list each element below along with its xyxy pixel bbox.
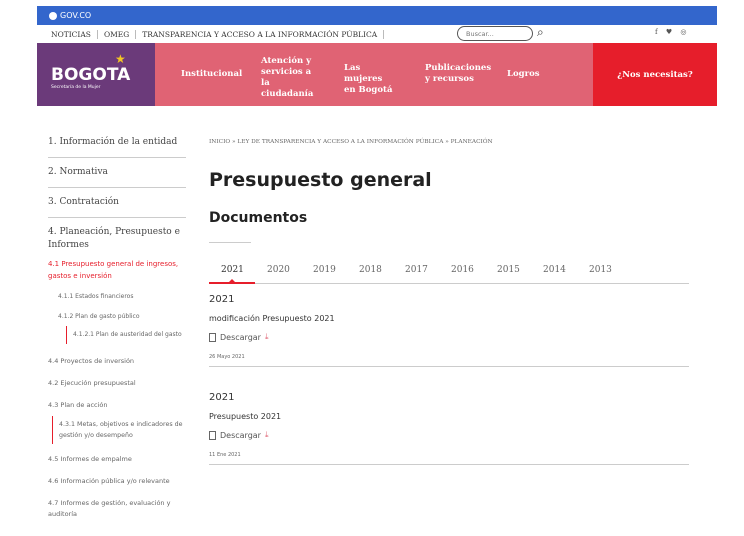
- document-name: Presupuesto 2021: [209, 412, 282, 421]
- brand-name: BOGOTA: [51, 65, 131, 85]
- main-nav: ★ BOGOTA Secretaría de la Mujer Instituc…: [37, 43, 717, 106]
- tab-2016[interactable]: 2016: [451, 265, 474, 275]
- sidebar-item-estados[interactable]: 4.1.1 Estados financieros: [48, 284, 186, 306]
- nav-logros[interactable]: Logros: [497, 69, 550, 80]
- sidebar-item-metas[interactable]: 4.3.1 Metas, objetivos e indicadores de …: [52, 416, 186, 444]
- document-item: 2021 modificación Presupuesto 2021 Desca…: [209, 294, 689, 367]
- nav-institucional[interactable]: Institucional: [171, 69, 252, 80]
- page-subtitle: Documentos: [209, 210, 308, 226]
- subtitle-divider: [209, 242, 251, 243]
- link-omeg[interactable]: OMEG: [98, 29, 137, 39]
- download-label[interactable]: Descargar: [220, 333, 261, 342]
- nav-mujeres[interactable]: Las mujeres en Bogotá: [334, 63, 404, 96]
- nav-atencion[interactable]: Atención y servicios a la ciudadanía: [251, 56, 331, 100]
- sidebar-item-empalme[interactable]: 4.5 Informes de empalme: [48, 444, 186, 470]
- sidebar-item-proyectos[interactable]: 4.4 Proyectos de inversión: [48, 344, 186, 372]
- sidebar-item-planeacion[interactable]: 4. Planeación, Presupuesto e Informes: [48, 218, 186, 254]
- download-label[interactable]: Descargar: [220, 431, 261, 440]
- top-links-bar: NOTICIAS OMEG TRANSPARENCIA Y ACCESO A L…: [37, 25, 717, 43]
- tab-2013[interactable]: 2013: [589, 265, 612, 275]
- download-link[interactable]: Descargar ⤓: [209, 332, 689, 342]
- tab-2018[interactable]: 2018: [359, 265, 382, 275]
- brand-sub: Secretaría de la Mujer: [51, 85, 101, 90]
- search-input[interactable]: Buscar...: [457, 26, 533, 41]
- download-link[interactable]: Descargar ⤓: [209, 430, 689, 440]
- download-icon[interactable]: ⤓: [265, 430, 269, 440]
- star-icon: ★: [115, 52, 126, 66]
- sidebar-item-contratacion[interactable]: 3. Contratación: [48, 188, 186, 218]
- document-date: 26 Mayo 2021: [209, 354, 245, 360]
- file-icon: [209, 430, 216, 440]
- search-icon[interactable]: ⌕: [537, 25, 544, 40]
- breadcrumb[interactable]: INICIO » LEY DE TRANSPARENCIA Y ACCESO A…: [209, 139, 493, 145]
- tab-2014[interactable]: 2014: [543, 265, 566, 275]
- gov-bar: GOV.CO: [37, 6, 717, 25]
- document-date: 11 Ene 2021: [209, 452, 241, 458]
- tab-2015[interactable]: 2015: [497, 265, 520, 275]
- sidebar-item-informacion[interactable]: 1. Información de la entidad: [48, 130, 186, 158]
- gov-label[interactable]: GOV.CO: [60, 11, 91, 20]
- file-icon: [209, 332, 216, 342]
- year-tabs: 2021 2020 2019 2018 2017 2016 2015 2014 …: [209, 260, 689, 284]
- sidebar-item-normativa[interactable]: 2. Normativa: [48, 158, 186, 188]
- sidebar-item-ejecucion[interactable]: 4.2 Ejecución presupuestal: [48, 372, 186, 394]
- document-item: 2021 Presupuesto 2021 Descargar ⤓ 11 Ene…: [209, 392, 689, 465]
- document-name: modificación Presupuesto 2021: [209, 314, 335, 323]
- tab-2019[interactable]: 2019: [313, 265, 336, 275]
- link-transparencia[interactable]: TRANSPARENCIA Y ACCESO A LA INFORMACIÓN …: [136, 29, 385, 39]
- sidebar-item-plan-gasto[interactable]: 4.1.2 Plan de gasto público: [48, 306, 186, 326]
- sidebar-item-austeridad[interactable]: 4.1.2.1 Plan de austeridad del gasto: [66, 326, 186, 344]
- nav-publicaciones[interactable]: Publicaciones y recursos: [415, 63, 505, 85]
- brand-logo[interactable]: ★ BOGOTA Secretaría de la Mujer: [37, 43, 155, 106]
- tab-2017[interactable]: 2017: [405, 265, 428, 275]
- social-icons[interactable]: f ♥ ◎: [655, 28, 689, 36]
- gov-logo-icon: [49, 11, 57, 20]
- active-tab-underline: [209, 282, 255, 284]
- sidebar-item-informacion-publica[interactable]: 4.6 Información pública y/o relevante: [48, 470, 186, 492]
- page-title: Presupuesto general: [209, 169, 432, 191]
- sidebar-item-presupuesto-active[interactable]: 4.1 Presupuesto general de ingresos, gas…: [48, 254, 186, 284]
- document-year: 2021: [209, 294, 235, 305]
- sidebar-item-plan-accion[interactable]: 4.3 Plan de acción: [48, 394, 186, 416]
- document-year: 2021: [209, 392, 235, 403]
- tab-2021[interactable]: 2021: [221, 265, 244, 275]
- link-noticias[interactable]: NOTICIAS: [37, 29, 98, 39]
- nos-necesitas-button[interactable]: ¿Nos necesitas?: [593, 43, 717, 106]
- tab-2020[interactable]: 2020: [267, 265, 290, 275]
- download-icon[interactable]: ⤓: [265, 332, 269, 342]
- sidebar: 1. Información de la entidad 2. Normativ…: [48, 130, 186, 525]
- sidebar-item-informes-gestion[interactable]: 4.7 Informes de gestión, evaluación y au…: [48, 492, 186, 525]
